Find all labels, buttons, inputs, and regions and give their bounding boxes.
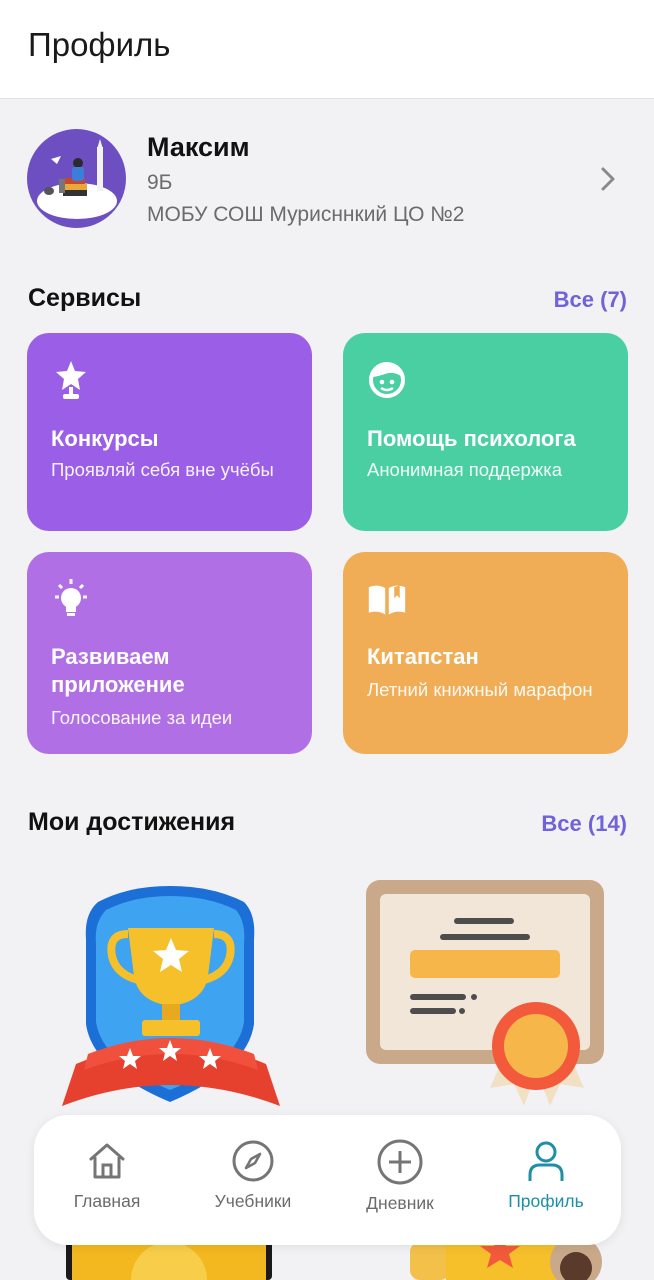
nav-diary[interactable]: Дневник — [335, 1139, 465, 1229]
profile-school: МОБУ СОШ Мурисннкий ЦО №2 — [147, 203, 465, 226]
certificate-icon[interactable] — [364, 878, 608, 1114]
star-trophy-icon — [56, 361, 86, 399]
nav-label: Дневник — [366, 1193, 434, 1213]
page-title: Профиль — [28, 26, 171, 63]
avatar — [27, 129, 126, 228]
nav-home[interactable]: Главная — [42, 1139, 172, 1229]
nav-label: Главная — [73, 1191, 141, 1211]
service-tile-develop-app[interactable]: Развиваем приложение Голосование за идеи — [27, 552, 312, 754]
service-tile-contests[interactable]: Конкурсы Проявляй себя вне учёбы — [27, 333, 312, 531]
profile-grade: 9Б — [147, 171, 173, 194]
profile-card[interactable]: Максим 9Б МОБУ СОШ Мурисннкий ЦО №2 — [0, 112, 654, 242]
service-desc: Летний книжный марафон — [367, 679, 593, 700]
service-name: Китапстан — [367, 644, 479, 669]
open-book-icon — [368, 585, 406, 615]
service-desc: Голосование за идеи — [51, 707, 233, 728]
nav-label: Учебники — [214, 1191, 292, 1211]
services-all-link[interactable]: Все (7) — [554, 287, 627, 313]
person-icon — [528, 1141, 564, 1181]
achievements-title: Мои достижения — [28, 808, 236, 836]
services-title: Сервисы — [28, 284, 142, 312]
lightbulb-icon — [55, 579, 87, 616]
compass-icon — [232, 1140, 274, 1182]
trophy-shield-icon[interactable] — [58, 884, 284, 1114]
nav-profile[interactable]: Профиль — [481, 1139, 611, 1229]
service-desc: Анонимная поддержка — [367, 459, 563, 480]
plus-circle-icon — [377, 1139, 423, 1185]
service-tile-kitapstan[interactable]: Китапстан Летний книжный марафон — [343, 552, 628, 754]
app-header: Профиль — [0, 0, 654, 99]
nav-label: Профиль — [508, 1191, 584, 1211]
profile-name: Максим — [147, 132, 250, 162]
service-name: Помощь психолога — [367, 426, 576, 451]
service-desc: Проявляй себя вне учёбы — [51, 459, 274, 480]
service-name: Конкурсы — [51, 426, 159, 451]
headset-face-icon — [369, 362, 405, 398]
chevron-right-icon[interactable] — [596, 165, 620, 193]
home-icon — [89, 1143, 125, 1179]
achievements-all-link[interactable]: Все (14) — [541, 811, 627, 837]
service-tile-psychologist[interactable]: Помощь психолога Анонимная поддержка — [343, 333, 628, 531]
nav-textbooks[interactable]: Учебники — [188, 1139, 318, 1229]
bottom-nav: Главная Учебники Дневник Профиль — [34, 1115, 621, 1245]
service-name: Развиваем приложение — [51, 644, 185, 697]
